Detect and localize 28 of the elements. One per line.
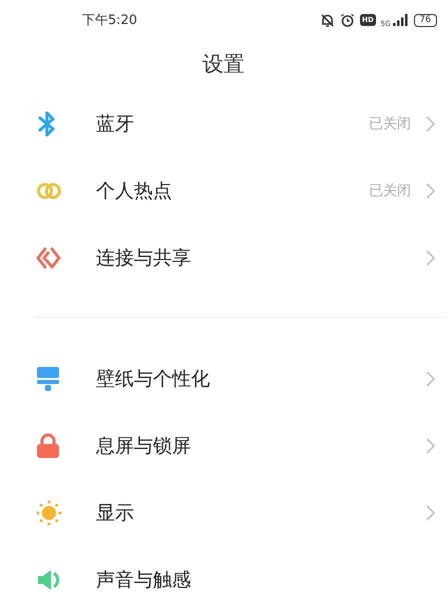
- settings-item[interactable]: 蓝牙 已关闭: [0, 90, 447, 157]
- share-icon: [36, 246, 62, 270]
- settings-item[interactable]: 个人热点 已关闭: [0, 157, 447, 224]
- item-label: 蓝牙: [96, 112, 135, 136]
- status-time: 下午5:20: [82, 12, 138, 29]
- item-label: 息屏与锁屏: [96, 434, 192, 458]
- item-status: 已关闭: [369, 114, 411, 132]
- item-label: 声音与触感: [96, 568, 192, 592]
- bell-muted-icon: [320, 12, 335, 28]
- settings-item[interactable]: 息屏与锁屏: [0, 412, 447, 479]
- settings-item[interactable]: 连接与共享: [0, 224, 447, 291]
- battery-level: 76: [414, 14, 437, 26]
- item-status: 已关闭: [369, 182, 411, 200]
- lock-icon: [36, 432, 60, 458]
- item-label: 个人热点: [96, 178, 173, 204]
- signal-icon: [392, 14, 409, 26]
- item-label: 显示: [96, 500, 135, 526]
- settings-item[interactable]: 壁纸与个性化: [0, 345, 447, 412]
- settings-item[interactable]: 声音与触感: [0, 546, 447, 612]
- item-label: 壁纸与个性化: [96, 366, 211, 392]
- speaker-icon: [36, 568, 62, 592]
- item-label: 连接与共享: [96, 246, 192, 270]
- settings-item[interactable]: 显示: [0, 479, 447, 546]
- rings-icon: [36, 180, 62, 200]
- alarm-icon: [340, 12, 355, 28]
- sun-icon: [36, 500, 62, 526]
- page-title: 设置: [202, 51, 246, 78]
- brush-icon: [36, 366, 60, 392]
